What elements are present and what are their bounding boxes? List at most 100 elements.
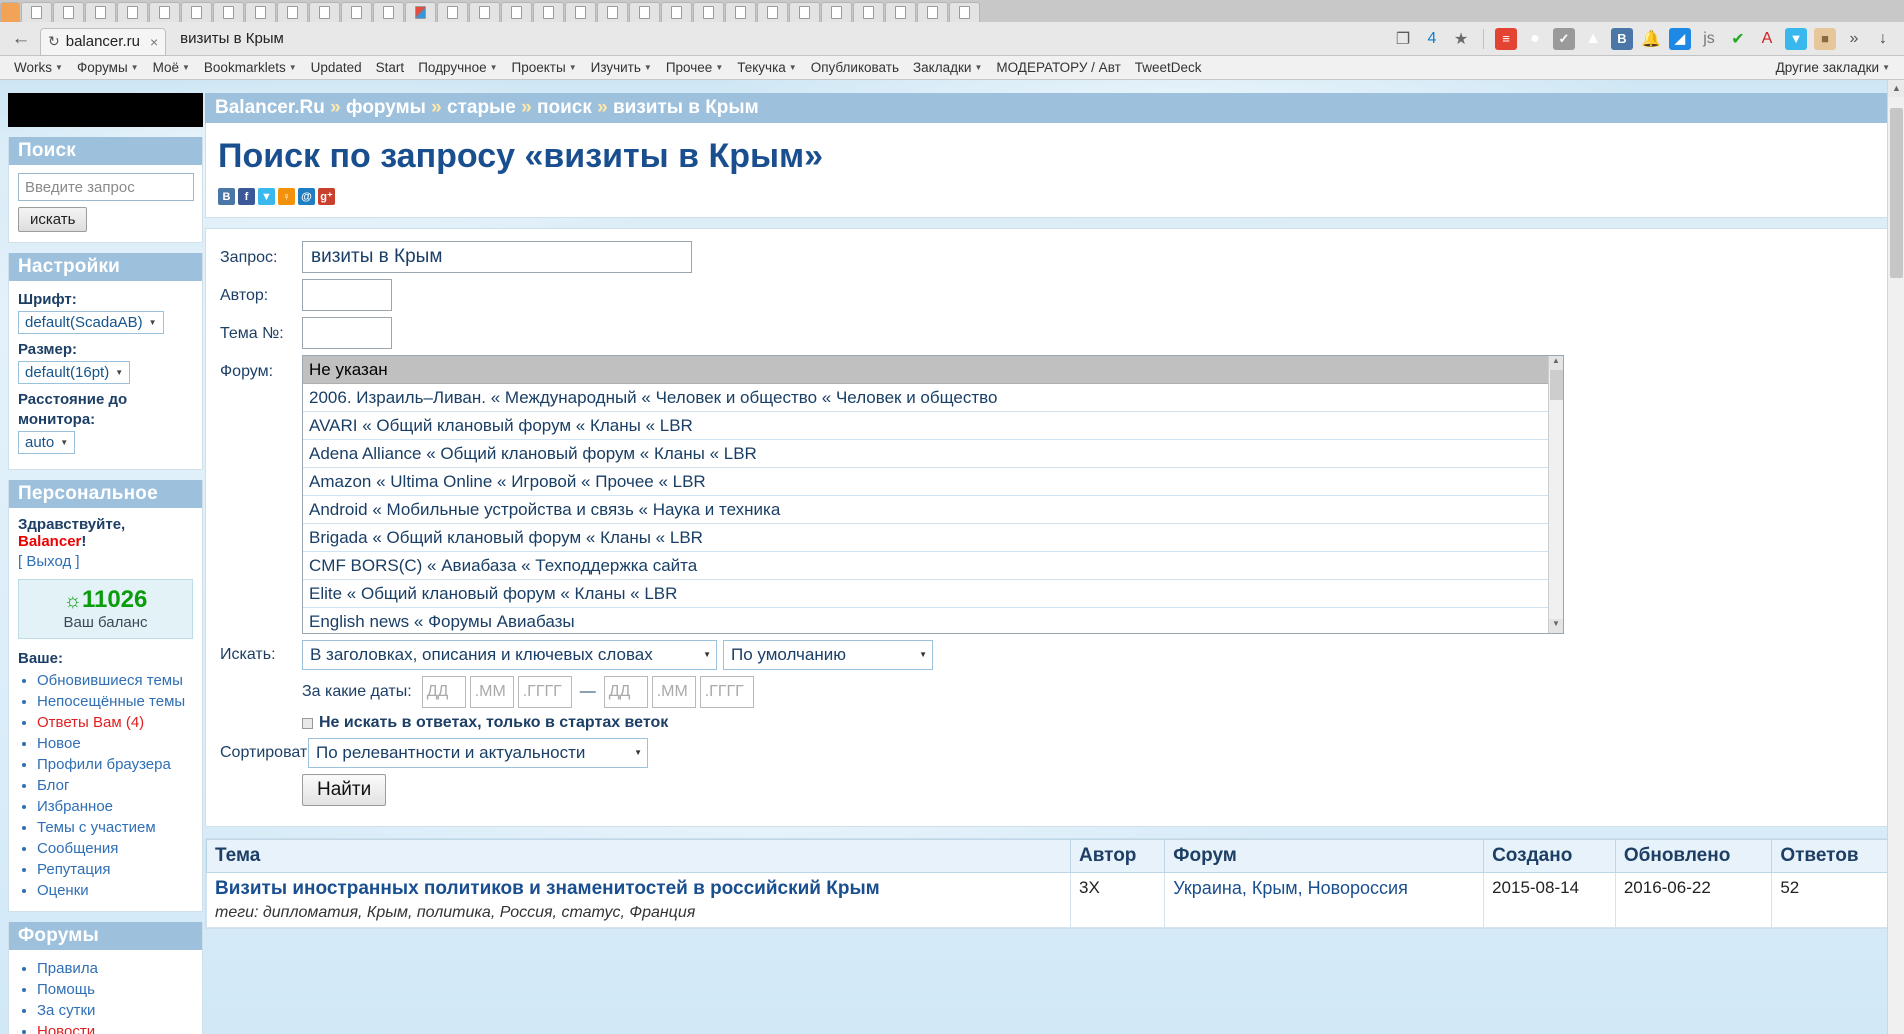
browser-tab[interactable] [853,2,884,22]
browser-tab[interactable] [597,2,628,22]
personal-link-item[interactable]: Избранное [37,796,193,817]
browser-tab[interactable] [789,2,820,22]
date-to-day[interactable]: ДД [603,676,648,708]
bookmark-модератору-авт[interactable]: МОДЕРАТОРУ / Авт [989,60,1127,75]
personal-link-item[interactable]: Блог [37,775,193,796]
results-column-header[interactable]: Форум [1164,839,1485,873]
results-column-header[interactable]: Ответов [1771,839,1893,873]
topic-input[interactable] [302,317,392,349]
tab-strip[interactable] [0,0,1904,22]
forum-link-item[interactable]: Помощь [37,979,193,1000]
red-a-icon[interactable]: A [1756,28,1778,50]
results-column-header[interactable]: Автор [1069,839,1166,873]
share-odnoklassniki-icon[interactable]: ♀ [278,188,295,205]
back-button[interactable]: ← [6,24,36,54]
query-input[interactable]: визиты в Крым [302,241,692,273]
bookmark-мо-[interactable]: Моё ▼ [146,60,197,75]
browser-tab[interactable] [821,2,852,22]
search-mode-select[interactable]: По умолчанию ▼ [723,640,933,670]
bookmark-опубликовать[interactable]: Опубликовать [804,60,906,75]
browser-tab[interactable] [277,2,308,22]
browser-tab[interactable] [917,2,948,22]
personal-link-item[interactable]: Темы с участием [37,817,193,838]
google-drive-icon[interactable]: ▲ [1582,28,1604,50]
scrollbar-thumb[interactable] [1550,370,1563,400]
browser-tab[interactable] [341,2,372,22]
omnibox-input[interactable]: визиты в Крым [166,30,1392,47]
search-scope-select[interactable]: В заголовках, описания и ключевых словах… [302,640,717,670]
bookmark-updated[interactable]: Updated [304,60,369,75]
forum-option[interactable]: 2006. Израиль–Ливан. « Международный « Ч… [303,384,1563,412]
browser-tab[interactable] [309,2,340,22]
bookmark-проекты[interactable]: Проекты ▼ [505,60,584,75]
overflow-icon[interactable]: » [1843,28,1865,50]
flag-de-icon[interactable]: 4 [1421,28,1443,50]
copy-icon[interactable]: ❐ [1392,28,1414,50]
browser-tab[interactable] [21,2,52,22]
date-to-month[interactable]: .ММ [651,676,696,708]
todoist-icon[interactable]: ≡ [1495,27,1517,50]
personal-link-item[interactable]: Новое [37,733,193,754]
forum-option[interactable]: English news « Форумы Авиабазы [303,608,1563,633]
forum-option[interactable]: Brigada « Общий клановый форум « Кланы «… [303,524,1563,552]
browser-tab[interactable] [213,2,244,22]
pocket-blue-icon[interactable]: ◢ [1669,27,1691,50]
sort-select[interactable]: По релевантности и актуальности ▼ [308,738,648,768]
twitter-icon[interactable]: ▼ [1785,27,1807,50]
personal-link-item[interactable]: Ответы Вам (4) [37,712,193,733]
forum-link-item[interactable]: За сутки [37,1000,193,1021]
personal-link-item[interactable]: Профили браузера [37,754,193,775]
scroll-down-icon[interactable]: ▼ [1549,619,1563,633]
result-author[interactable]: 3X [1069,872,1166,928]
size-select[interactable]: default(16pt) ▼ [18,361,131,384]
vk-icon[interactable]: B [1611,27,1633,50]
result-title-link[interactable]: Визиты иностранных политиков и знаменито… [215,878,880,899]
browser-tab[interactable] [245,2,276,22]
personal-link-item[interactable]: Непосещённые темы [37,691,193,712]
browser-tab[interactable] [437,2,468,22]
search-input[interactable]: Введите запрос [18,173,194,201]
bookmark-bookmarklets[interactable]: Bookmarklets ▼ [197,60,304,75]
forum-option[interactable]: Adena Alliance « Общий клановый форум « … [303,440,1563,468]
other-bookmarks-button[interactable]: Другие закладки ▼ [1769,60,1897,75]
green-check-icon[interactable]: ✔ [1727,28,1749,50]
results-column-header[interactable]: Обновлено [1614,839,1773,873]
reload-icon[interactable]: ↻ [48,33,60,50]
address-tab-pill[interactable]: ↻ balancer.ru × [40,27,167,56]
browser-tab[interactable] [0,2,20,22]
logout-link[interactable]: [ Выход ] [18,553,193,570]
browser-tab[interactable] [629,2,660,22]
distance-select[interactable]: auto ▼ [18,431,76,454]
breadcrumb-item[interactable]: старые [447,97,516,118]
bookmark-works[interactable]: Works ▼ [7,60,70,75]
date-from-day[interactable]: ДД [421,676,466,708]
bookmark-форумы[interactable]: Форумы ▼ [70,60,146,75]
forum-listbox[interactable]: Не указан 2006. Израиль–Ливан. « Междунар… [302,355,1564,634]
bookmark-текучка[interactable]: Текучка ▼ [730,60,803,75]
result-forum-link[interactable]: Украина, Крым, Новороссия [1173,878,1408,898]
browser-tab[interactable] [949,2,980,22]
browser-tab[interactable] [885,2,916,22]
browser-tab[interactable] [565,2,596,22]
browser-tab[interactable] [725,2,756,22]
forum-option[interactable]: Amazon « Ultima Online « Игровой « Проче… [303,468,1563,496]
share-twitter-icon[interactable]: ▼ [258,188,275,205]
share-mailru-icon[interactable]: @ [298,188,315,205]
bookmark-изучить[interactable]: Изучить ▼ [584,60,659,75]
browser-tab[interactable] [757,2,788,22]
bag-icon[interactable]: ■ [1814,27,1836,50]
browser-tab[interactable] [85,2,116,22]
page-scroll-up-icon[interactable]: ▲ [1888,80,1904,97]
browser-tab[interactable] [661,2,692,22]
bookmark-закладки[interactable]: Закладки ▼ [906,60,989,75]
forum-link-item[interactable]: Правила [37,958,193,979]
breadcrumb-item[interactable]: поиск [537,97,592,118]
date-to-year[interactable]: .ГГГГ [699,676,754,708]
results-column-header[interactable]: Тема [206,839,1071,873]
forum-list-scrollbar[interactable]: ▲ ▼ [1548,356,1563,633]
bookmark-tweetdeck[interactable]: TweetDeck [1128,60,1209,75]
share-vk-icon[interactable]: B [218,188,235,205]
page-scrollbar[interactable]: ▲ ▼ [1887,80,1904,1034]
browser-tab[interactable] [149,2,180,22]
browser-tab[interactable] [117,2,148,22]
